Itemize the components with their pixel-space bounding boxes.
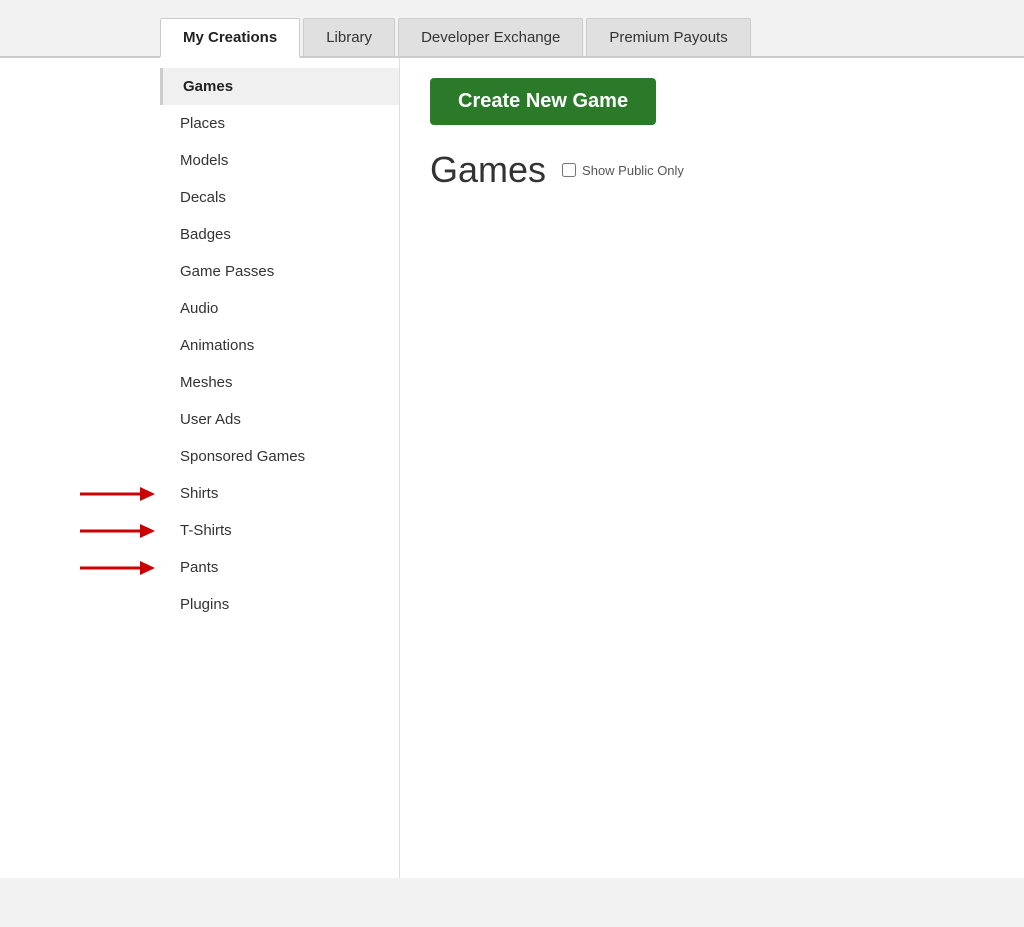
show-public-label[interactable]: Show Public Only: [562, 163, 684, 178]
tshirts-arrow-indicator: [80, 520, 155, 542]
tab-library[interactable]: Library: [303, 18, 395, 56]
tab-developer-exchange[interactable]: Developer Exchange: [398, 18, 583, 56]
sidebar: Games Places Models Decals Badges Game P…: [160, 58, 400, 878]
shirts-arrow-indicator: [80, 483, 155, 505]
sidebar-item-meshes[interactable]: Meshes: [160, 364, 399, 401]
sidebar-item-audio[interactable]: Audio: [160, 290, 399, 327]
sidebar-item-places[interactable]: Places: [160, 105, 399, 142]
tab-premium-payouts[interactable]: Premium Payouts: [586, 18, 750, 56]
sidebar-item-user-ads[interactable]: User Ads: [160, 401, 399, 438]
sidebar-item-plugins[interactable]: Plugins: [160, 586, 399, 623]
content-title: Games: [430, 149, 546, 191]
sidebar-item-game-passes[interactable]: Game Passes: [160, 253, 399, 290]
content-title-row: Games Show Public Only: [430, 149, 994, 191]
sidebar-item-shirts[interactable]: Shirts: [160, 475, 399, 512]
content-area: Create New Game Games Show Public Only: [400, 58, 1024, 878]
sidebar-item-decals[interactable]: Decals: [160, 179, 399, 216]
sidebar-item-games[interactable]: Games: [160, 68, 399, 105]
sidebar-item-shirts-label: Shirts: [180, 485, 218, 502]
sidebar-item-pants[interactable]: Pants: [160, 549, 399, 586]
red-arrow-pants-icon: [80, 557, 155, 579]
pants-arrow-indicator: [80, 557, 155, 579]
sidebar-item-models[interactable]: Models: [160, 142, 399, 179]
tab-my-creations[interactable]: My Creations: [160, 18, 300, 58]
main-content: Games Places Models Decals Badges Game P…: [0, 58, 1024, 878]
sidebar-item-animations[interactable]: Animations: [160, 327, 399, 364]
create-new-game-button[interactable]: Create New Game: [430, 78, 656, 125]
show-public-checkbox[interactable]: [562, 163, 576, 177]
sidebar-item-pants-label: Pants: [180, 559, 218, 576]
sidebar-item-sponsored-games[interactable]: Sponsored Games: [160, 438, 399, 475]
tabs-bar: My Creations Library Developer Exchange …: [0, 0, 1024, 58]
sidebar-item-t-shirts[interactable]: T-Shirts: [160, 512, 399, 549]
page-wrapper: My Creations Library Developer Exchange …: [0, 0, 1024, 927]
sidebar-item-tshirts-label: T-Shirts: [180, 522, 232, 539]
red-arrow-tshirts-icon: [80, 520, 155, 542]
show-public-text: Show Public Only: [582, 163, 684, 178]
red-arrow-shirts-icon: [80, 483, 155, 505]
sidebar-item-badges[interactable]: Badges: [160, 216, 399, 253]
